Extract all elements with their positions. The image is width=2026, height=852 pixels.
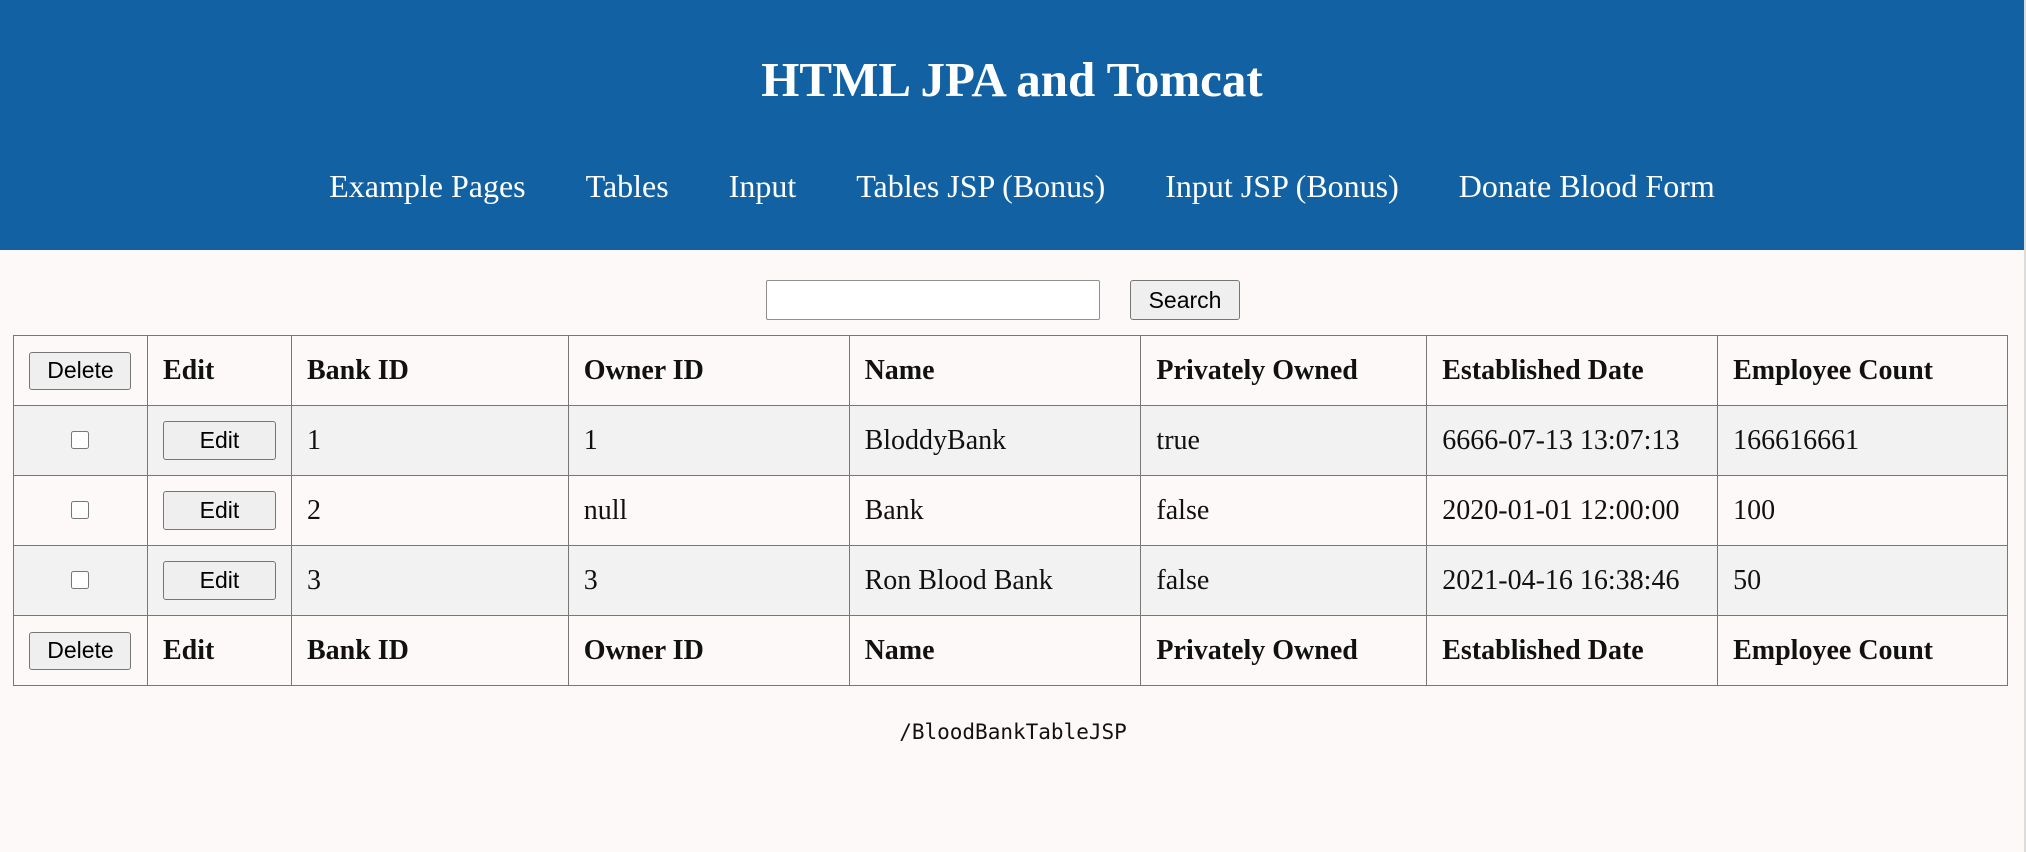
servlet-path-text: /BloodBankTableJSP (899, 720, 1127, 744)
nav-link-input[interactable]: Input (729, 168, 797, 204)
row-select-cell (13, 545, 148, 616)
cell-bank-id: 3 (290, 545, 569, 616)
cell-name: Bank (848, 475, 1142, 546)
nav-link-input-jsp[interactable]: Input JSP (Bonus) (1165, 168, 1399, 204)
row-checkbox[interactable] (71, 571, 90, 590)
table-footer-row: Delete Edit Bank ID Owner ID Name Privat… (13, 615, 2008, 686)
cell-owner-id: null (567, 475, 850, 546)
column-header-edit: Edit (146, 335, 292, 406)
edit-button[interactable]: Edit (162, 421, 276, 460)
table-row: Edit 3 3 Ron Blood Bank false 2021-04-16… (13, 545, 2008, 616)
cell-owner-id: 1 (567, 405, 850, 476)
column-header-privately-owned: Privately Owned (1140, 335, 1428, 406)
table-row: Edit 2 null Bank false 2020-01-01 12:00:… (13, 475, 2008, 546)
search-input[interactable] (766, 280, 1100, 320)
main-nav: Example Pages Tables Input Tables JSP (B… (0, 168, 2024, 204)
footer-header-established-date: Established Date (1426, 615, 1719, 686)
footer-header-employee-count: Employee Count (1717, 615, 2008, 686)
search-button[interactable]: Search (1130, 280, 1240, 320)
cell-bank-id: 2 (290, 475, 569, 546)
row-edit-cell: Edit (146, 405, 292, 476)
header-delete-cell: Delete (13, 335, 148, 406)
cell-employee-count: 166616661 (1717, 405, 2008, 476)
cell-established-date: 2020-01-01 12:00:00 (1426, 475, 1719, 546)
footer-header-bank-id: Bank ID (290, 615, 569, 686)
cell-privately-owned: false (1140, 545, 1428, 616)
column-header-name: Name (848, 335, 1142, 406)
cell-employee-count: 100 (1717, 475, 2008, 546)
row-select-cell (13, 405, 148, 476)
search-bar: Search (0, 280, 2026, 320)
table-header-row: Delete Edit Bank ID Owner ID Name Privat… (13, 335, 2008, 406)
cell-privately-owned: false (1140, 475, 1428, 546)
column-header-owner-id: Owner ID (567, 335, 850, 406)
nav-link-example-pages[interactable]: Example Pages (329, 168, 525, 204)
footer-header-edit: Edit (146, 615, 292, 686)
row-edit-cell: Edit (146, 545, 292, 616)
row-checkbox[interactable] (71, 501, 90, 520)
footer-delete-cell: Delete (13, 615, 148, 686)
nav-link-tables-jsp[interactable]: Tables JSP (Bonus) (856, 168, 1105, 204)
table-row: Edit 1 1 BloddyBank true 6666-07-13 13:0… (13, 405, 2008, 476)
row-select-cell (13, 475, 148, 546)
footer-header-owner-id: Owner ID (567, 615, 850, 686)
cell-established-date: 2021-04-16 16:38:46 (1426, 545, 1719, 616)
cell-privately-owned: true (1140, 405, 1428, 476)
column-header-established-date: Established Date (1426, 335, 1719, 406)
cell-name: BloddyBank (848, 405, 1142, 476)
cell-employee-count: 50 (1717, 545, 2008, 616)
delete-button-bottom[interactable]: Delete (29, 631, 132, 670)
cell-bank-id: 1 (290, 405, 569, 476)
column-header-bank-id: Bank ID (290, 335, 569, 406)
footer-header-privately-owned: Privately Owned (1140, 615, 1428, 686)
edit-button[interactable]: Edit (162, 561, 276, 600)
column-header-employee-count: Employee Count (1717, 335, 2008, 406)
delete-button-top[interactable]: Delete (29, 351, 132, 390)
blood-bank-table: Delete Edit Bank ID Owner ID Name Privat… (13, 335, 2008, 686)
cell-owner-id: 3 (567, 545, 850, 616)
row-checkbox[interactable] (71, 431, 90, 450)
edit-button[interactable]: Edit (162, 491, 276, 530)
nav-link-donate-blood-form[interactable]: Donate Blood Form (1459, 168, 1715, 204)
site-header: HTML JPA and Tomcat Example Pages Tables… (0, 0, 2024, 250)
cell-established-date: 6666-07-13 13:07:13 (1426, 405, 1719, 476)
cell-name: Ron Blood Bank (848, 545, 1142, 616)
nav-link-tables[interactable]: Tables (586, 168, 669, 204)
page-title: HTML JPA and Tomcat (761, 52, 1263, 107)
footer-header-name: Name (848, 615, 1142, 686)
row-edit-cell: Edit (146, 475, 292, 546)
